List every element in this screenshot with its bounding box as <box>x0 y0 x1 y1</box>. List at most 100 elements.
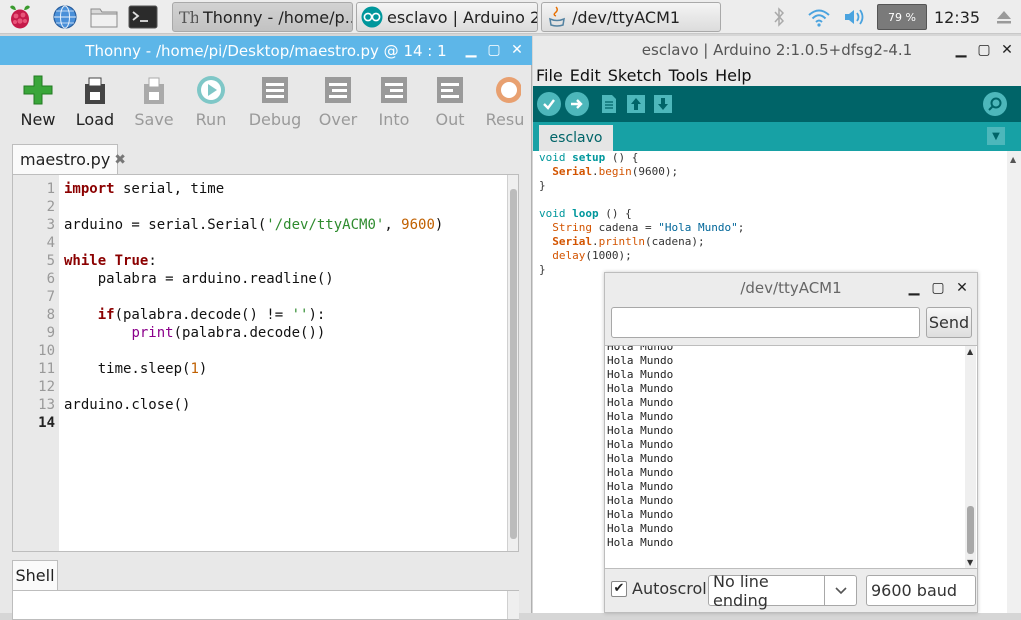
eject-icon[interactable] <box>993 4 1015 30</box>
serial-monitor-title-bar[interactable]: /dev/ttyACM1 ▁ ▢ ✕ <box>605 273 977 303</box>
bluetooth-icon[interactable] <box>769 4 789 30</box>
run-button[interactable]: Run <box>181 72 241 132</box>
file-manager-icon[interactable] <box>89 2 119 32</box>
serial-output-line: Hola Mundo <box>607 522 674 535</box>
verify-icon[interactable] <box>537 92 561 116</box>
new-button[interactable]: New <box>8 72 68 132</box>
maximize-icon[interactable]: ▢ <box>975 41 993 59</box>
code-text: cadena = <box>592 221 659 234</box>
serial-output-line: Hola Mundo <box>607 345 674 353</box>
menu-file[interactable]: File <box>536 66 563 85</box>
serial-output-line: Hola Mundo <box>607 508 674 521</box>
editor-scrollbar[interactable] <box>507 175 518 551</box>
save-button[interactable]: Save <box>124 72 184 132</box>
scroll-up-icon[interactable]: ▲ <box>1010 155 1016 164</box>
serial-output-line: Hola Mundo <box>607 368 674 381</box>
terminal-icon[interactable] <box>128 2 158 32</box>
step-into-button[interactable]: Into <box>364 72 424 132</box>
step-over-button[interactable]: Over <box>308 72 368 132</box>
serial-output[interactable]: Hola Mundo Hola Mundo Hola Mundo Hola Mu… <box>605 345 977 569</box>
debug-label: Debug <box>248 110 302 129</box>
wifi-icon[interactable] <box>806 4 832 30</box>
load-button[interactable]: Load <box>65 72 125 132</box>
string-literal: '' <box>291 307 309 323</box>
save-sketch-icon[interactable] <box>652 93 674 115</box>
maximize-icon[interactable]: ▢ <box>485 41 503 59</box>
close-icon[interactable]: ✕ <box>953 279 971 297</box>
menu-tools[interactable]: Tools <box>669 66 708 85</box>
serial-monitor-icon[interactable] <box>983 92 1007 116</box>
task-arduino[interactable]: esclavo | Arduino 2... <box>356 2 538 32</box>
serial-scrollbar-thumb[interactable] <box>967 506 974 554</box>
step-out-button[interactable]: Out <box>420 72 480 132</box>
task-serial[interactable]: /dev/ttyACM1 <box>541 2 721 32</box>
load-label: Load <box>75 110 115 129</box>
number-literal: 1 <box>190 361 199 377</box>
sketch-line: void setup () { <box>539 151 638 164</box>
open-sketch-icon[interactable] <box>625 93 647 115</box>
close-icon[interactable]: ✕ <box>508 41 526 59</box>
clock[interactable]: 12:35 <box>933 4 981 30</box>
thonny-title-bar[interactable]: Thonny - /home/pi/Desktop/maestro.py @ 1… <box>0 36 532 65</box>
sketch-tab-esclavo[interactable]: esclavo <box>539 125 613 151</box>
editor-scrollbar-thumb[interactable] <box>510 189 517 539</box>
string-literal: '/dev/ttyACM0' <box>266 217 385 233</box>
web-browser-icon[interactable] <box>50 2 80 32</box>
scroll-up-icon[interactable]: ▲ <box>967 347 973 356</box>
scroll-down-icon[interactable]: ▼ <box>967 558 973 567</box>
taskbar: Th Thonny - /home/p... esclavo | Arduino… <box>0 0 1021 34</box>
folder-open-icon <box>77 72 113 108</box>
step-into-icon <box>376 72 412 108</box>
task-arduino-label: esclavo | Arduino 2... <box>387 7 537 27</box>
code-editor[interactable]: 1 2 3 4 5 6 7 8 9 10 11 12 13 14 import … <box>12 174 519 552</box>
minimize-icon[interactable]: ▁ <box>462 41 480 59</box>
editor-tab-maestro[interactable]: maestro.py ✖ <box>12 144 126 174</box>
code-text: (palabra.decode()) <box>173 325 326 341</box>
serial-output-line: Hola Mundo <box>607 452 674 465</box>
menu-sketch[interactable]: Sketch <box>608 66 662 85</box>
chevron-down-icon[interactable] <box>824 576 856 605</box>
new-sketch-icon[interactable] <box>598 93 620 115</box>
thonny-app-icon: Th <box>173 3 203 31</box>
resume-icon <box>487 72 523 108</box>
minimize-icon[interactable]: ▁ <box>905 279 923 297</box>
class-name: Serial <box>552 235 592 248</box>
code-text: : <box>148 253 157 269</box>
serial-send-input[interactable] <box>611 307 920 338</box>
shell-scrollbar[interactable] <box>507 591 519 619</box>
keyword: void <box>539 207 566 220</box>
sketch-tab-label: esclavo <box>549 130 603 146</box>
thonny-title-text: Thonny - /home/pi/Desktop/maestro.py @ 1… <box>85 41 447 60</box>
play-icon <box>193 72 229 108</box>
code-text: ): <box>308 307 326 323</box>
minimize-icon[interactable]: ▁ <box>952 41 970 59</box>
code-line: import serial, time <box>64 181 224 197</box>
class-name: Serial <box>552 165 592 178</box>
close-tab-icon[interactable]: ✖ <box>114 152 126 168</box>
volume-icon[interactable] <box>842 4 868 30</box>
arduino-editor-scrollbar[interactable]: ▲ <box>1007 151 1021 613</box>
shell-panel[interactable] <box>12 590 519 620</box>
tab-menu-dropdown-icon[interactable]: ▼ <box>987 127 1005 145</box>
raspberry-menu-icon[interactable] <box>5 2 35 32</box>
maximize-icon[interactable]: ▢ <box>929 279 947 297</box>
arduino-tab-bar: esclavo ▼ <box>533 122 1021 151</box>
menu-edit[interactable]: Edit <box>570 66 601 85</box>
autoscroll-checkbox[interactable]: ✔ Autoscroll <box>611 579 711 598</box>
send-button[interactable]: Send <box>926 307 972 338</box>
upload-icon[interactable] <box>565 92 589 116</box>
serial-output-scrollbar[interactable]: ▲ ▼ <box>965 346 976 568</box>
baud-rate-select[interactable]: 9600 baud <box>866 575 976 606</box>
line-ending-select[interactable]: No line ending <box>708 572 857 610</box>
serial-output-line: Hola Mundo <box>607 494 674 507</box>
debug-button[interactable]: Debug <box>245 72 305 132</box>
shell-tab[interactable]: Shell <box>12 560 58 590</box>
arduino-title-bar[interactable]: esclavo | Arduino 2:1.0.5+dfsg2-4.1 ▁ ▢ … <box>533 36 1021 64</box>
resume-button[interactable]: Resu <box>478 72 532 132</box>
code-text: arduino.close() <box>64 397 191 413</box>
checkbox-checked-icon[interactable]: ✔ <box>611 580 627 597</box>
close-icon[interactable]: ✕ <box>998 41 1016 59</box>
code-text: . <box>592 165 599 178</box>
menu-help[interactable]: Help <box>715 66 751 85</box>
task-thonny[interactable]: Th Thonny - /home/p... <box>172 2 353 32</box>
